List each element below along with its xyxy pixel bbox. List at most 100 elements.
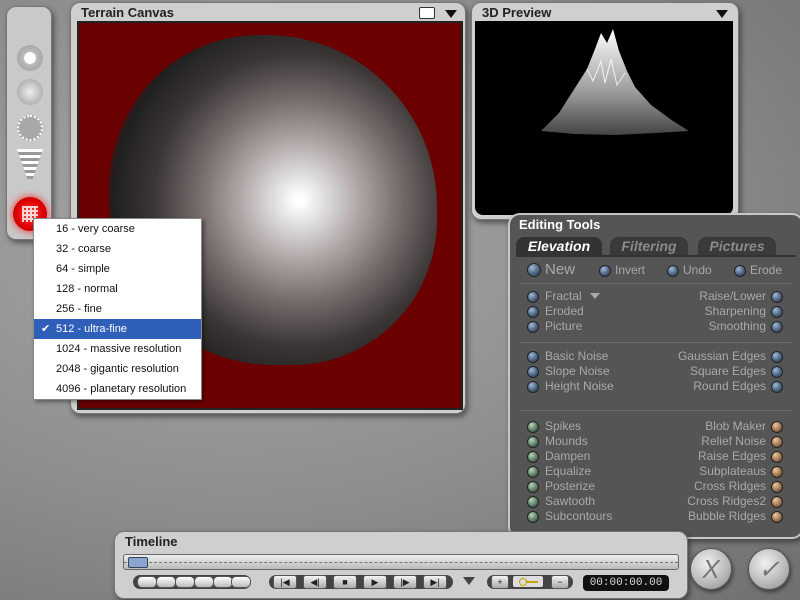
divider bbox=[520, 342, 792, 343]
resolution-option[interactable]: 256 - fine bbox=[34, 299, 201, 319]
keyframe-slot[interactable] bbox=[175, 576, 195, 588]
resolution-option[interactable]: 4096 - planetary resolution bbox=[34, 379, 201, 399]
keyframe-slot[interactable] bbox=[137, 576, 157, 588]
cancel-button[interactable]: X bbox=[690, 548, 732, 590]
last-frame-button[interactable]: ▶| bbox=[423, 575, 447, 589]
tool-option-button[interactable] bbox=[527, 451, 539, 463]
tool-option-button[interactable] bbox=[771, 321, 783, 333]
erode-label: Erode bbox=[750, 263, 783, 277]
circle-brush-icon[interactable] bbox=[17, 45, 43, 71]
resolution-option[interactable]: 32 - coarse bbox=[34, 239, 201, 259]
tool-option-button[interactable] bbox=[771, 451, 783, 463]
tab-elevation[interactable]: Elevation bbox=[516, 237, 602, 255]
tool-option-button[interactable] bbox=[527, 306, 539, 318]
3d-preview-viewport[interactable] bbox=[475, 21, 733, 215]
timeline-title: Timeline bbox=[125, 534, 178, 549]
tool-option-label: Bubble Ridges bbox=[687, 509, 766, 523]
soft-brush-icon[interactable] bbox=[17, 79, 43, 105]
undo-label: Undo bbox=[683, 263, 712, 277]
tab-pictures[interactable]: Pictures bbox=[698, 237, 776, 255]
play-button[interactable]: ▶ bbox=[363, 575, 387, 589]
tool-option-label: Picture bbox=[545, 319, 583, 333]
canvas-options-icon[interactable] bbox=[419, 7, 435, 19]
tool-option-button[interactable] bbox=[527, 321, 539, 333]
gradient-brush-icon[interactable] bbox=[17, 149, 43, 179]
tool-option-label: Cross Ridges bbox=[693, 479, 766, 493]
editing-tools-panel: Editing Tools Elevation Filtering Pictur… bbox=[508, 213, 800, 539]
resolution-option[interactable]: 16 - very coarse bbox=[34, 219, 201, 239]
tool-option-button[interactable] bbox=[771, 436, 783, 448]
tool-option-button[interactable] bbox=[771, 481, 783, 493]
tool-option-button[interactable] bbox=[771, 466, 783, 478]
tool-option-label: Round Edges bbox=[693, 379, 766, 393]
tool-option-button[interactable] bbox=[771, 351, 783, 363]
preview-menu-chevron-icon[interactable] bbox=[716, 10, 728, 18]
resolution-option-label: 256 - fine bbox=[56, 303, 102, 315]
add-key-button[interactable]: + bbox=[491, 575, 509, 589]
mountain-render bbox=[541, 29, 689, 135]
keyframe-slot[interactable] bbox=[231, 576, 251, 588]
tool-option-label: Slope Noise bbox=[545, 364, 610, 378]
tool-option-button[interactable] bbox=[527, 421, 539, 433]
timeline-track[interactable] bbox=[123, 554, 679, 570]
timeline-playhead[interactable] bbox=[128, 557, 148, 568]
tool-option-label: Blob Maker bbox=[705, 419, 766, 433]
tool-option-button[interactable] bbox=[771, 291, 783, 303]
tool-option-label: Eroded bbox=[545, 304, 584, 318]
tool-option-label: Sawtooth bbox=[545, 494, 596, 508]
resolution-option[interactable]: 2048 - gigantic resolution bbox=[34, 359, 201, 379]
tool-option-button[interactable] bbox=[527, 351, 539, 363]
tool-option-button[interactable] bbox=[527, 366, 539, 378]
tool-option-button[interactable] bbox=[771, 306, 783, 318]
keyframe-slot[interactable] bbox=[194, 576, 214, 588]
resolution-option-label: 512 - ultra-fine bbox=[56, 323, 127, 335]
tool-option-label: Equalize bbox=[545, 464, 592, 478]
resolution-option[interactable]: 1024 - massive resolution bbox=[34, 339, 201, 359]
remove-key-button[interactable]: − bbox=[551, 575, 569, 589]
first-frame-button[interactable]: |◀ bbox=[273, 575, 297, 589]
fractal-chevron-icon[interactable] bbox=[590, 293, 600, 299]
tool-option-button[interactable] bbox=[771, 366, 783, 378]
resolution-option[interactable]: 128 - normal bbox=[34, 279, 201, 299]
keyframe-slot[interactable] bbox=[213, 576, 233, 588]
new-button[interactable] bbox=[527, 263, 541, 277]
tool-option-button[interactable] bbox=[527, 466, 539, 478]
next-frame-button[interactable]: |▶ bbox=[393, 575, 417, 589]
tab-filtering[interactable]: Filtering bbox=[610, 237, 688, 255]
tool-option-button[interactable] bbox=[527, 511, 539, 523]
tool-option-label: Mounds bbox=[545, 434, 588, 448]
tool-option-label: Gaussian Edges bbox=[677, 349, 766, 363]
terrain-menu-chevron-icon[interactable] bbox=[445, 10, 457, 18]
undo-button[interactable] bbox=[667, 265, 679, 277]
previous-frame-button[interactable]: ◀| bbox=[303, 575, 327, 589]
tool-option-button[interactable] bbox=[771, 511, 783, 523]
resolution-option[interactable]: 64 - simple bbox=[34, 259, 201, 279]
accept-button[interactable]: ✓ bbox=[748, 548, 790, 590]
timeline-chevron-icon[interactable] bbox=[463, 577, 475, 585]
tool-option-label: Dampen bbox=[545, 449, 591, 463]
tab-underline bbox=[516, 255, 796, 257]
invert-button[interactable] bbox=[599, 265, 611, 277]
tool-option-button[interactable] bbox=[527, 436, 539, 448]
erode-button[interactable] bbox=[734, 265, 746, 277]
tool-option-button[interactable] bbox=[771, 381, 783, 393]
tool-strip bbox=[6, 6, 52, 240]
tool-option-label: Fractal bbox=[545, 289, 582, 303]
stop-button[interactable]: ■ bbox=[333, 575, 357, 589]
dotted-brush-icon[interactable] bbox=[17, 115, 43, 141]
tool-option-button[interactable] bbox=[771, 421, 783, 433]
tool-option-label: Smoothing bbox=[708, 319, 766, 333]
keyframe-slot[interactable] bbox=[156, 576, 176, 588]
new-label: New bbox=[545, 261, 576, 278]
resolution-option[interactable]: ✔ 512 - ultra-fine bbox=[34, 319, 201, 339]
tool-option-button[interactable] bbox=[771, 496, 783, 508]
tool-option-button[interactable] bbox=[527, 291, 539, 303]
tool-option-button[interactable] bbox=[527, 496, 539, 508]
tool-option-label: Subcontours bbox=[545, 509, 613, 523]
timeline-ticks bbox=[124, 562, 678, 564]
key-icon[interactable] bbox=[513, 576, 543, 587]
tool-option-label: Height Noise bbox=[545, 379, 614, 393]
tool-option-button[interactable] bbox=[527, 481, 539, 493]
tool-option-button[interactable] bbox=[527, 381, 539, 393]
3d-preview-title: 3D Preview bbox=[482, 5, 552, 20]
